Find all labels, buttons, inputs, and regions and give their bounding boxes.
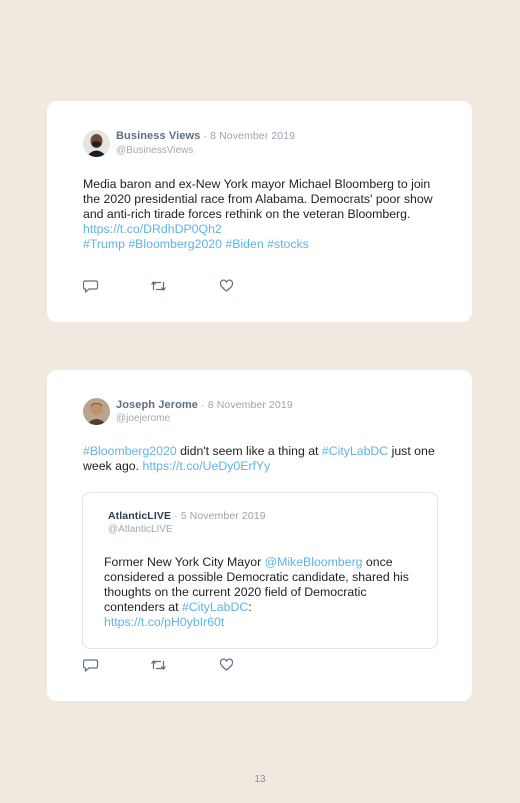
tweet-hashtags[interactable]: #Trump #Bloomberg2020 #Biden #stocks: [83, 237, 309, 251]
tweet-date: · 8 November 2019: [201, 399, 293, 411]
tweet-body: Former New York City Mayor: [104, 555, 265, 569]
tweet-actions: [83, 279, 243, 293]
author-handle[interactable]: @BusinessViews: [116, 145, 193, 156]
retweet-icon[interactable]: [150, 279, 167, 293]
author-label: AtlanticLIVE: [108, 510, 172, 522]
hashtag-link[interactable]: #CityLabDC: [322, 444, 388, 458]
hashtag-link[interactable]: #Bloomberg2020: [83, 444, 177, 458]
page-number: 13: [254, 774, 266, 785]
reply-icon[interactable]: [83, 658, 99, 672]
avatar[interactable]: [83, 398, 110, 425]
like-icon[interactable]: [219, 279, 234, 293]
quoted-author-name[interactable]: AtlanticLIVE · 5 November 2019: [108, 510, 266, 522]
author-label: Business Views: [116, 130, 201, 142]
reply-icon[interactable]: [83, 279, 99, 293]
tweet-card: Business Views · 8 November 2019 @Busine…: [47, 101, 472, 322]
tweet-text: Media baron and ex-New York mayor Michae…: [83, 177, 443, 252]
hashtag-link[interactable]: #CityLabDC: [182, 600, 248, 614]
quoted-tweet-text: Former New York City Mayor @MikeBloomber…: [104, 555, 409, 630]
quoted-author-handle[interactable]: @AtlanticLIVE: [108, 524, 173, 535]
author-label: Joseph Jerome: [116, 399, 199, 411]
avatar[interactable]: [83, 130, 110, 157]
tweet-card: Joseph Jerome · 8 November 2019 @joejero…: [47, 370, 472, 701]
tweet-actions: [83, 658, 243, 672]
like-icon[interactable]: [219, 658, 234, 672]
tweet-body: :: [248, 600, 252, 614]
tweet-link[interactable]: https://t.co/DRdhDP0Qh2: [83, 222, 222, 236]
retweet-icon[interactable]: [150, 658, 167, 672]
tweet-link[interactable]: https://t.co/pH0ybIr60t: [104, 615, 224, 629]
author-handle[interactable]: @joejerome: [116, 413, 170, 424]
tweet-text: #Bloomberg2020 didn't seem like a thing …: [83, 444, 443, 474]
tweet-date: · 5 November 2019: [174, 510, 266, 522]
tweet-body: Media baron and ex-New York mayor Michae…: [83, 177, 433, 221]
tweet-link[interactable]: https://t.co/UeDy0ErfYy: [142, 459, 270, 473]
tweet-body: didn't seem like a thing at: [176, 444, 322, 458]
tweet-date: · 8 November 2019: [203, 130, 296, 142]
mention-link[interactable]: @MikeBloomberg: [265, 555, 363, 569]
author-name[interactable]: Joseph Jerome · 8 November 2019: [116, 399, 293, 411]
author-name[interactable]: Business Views · 8 November 2019: [116, 130, 295, 142]
quoted-tweet[interactable]: AtlanticLIVE · 5 November 2019 @Atlantic…: [82, 492, 438, 649]
